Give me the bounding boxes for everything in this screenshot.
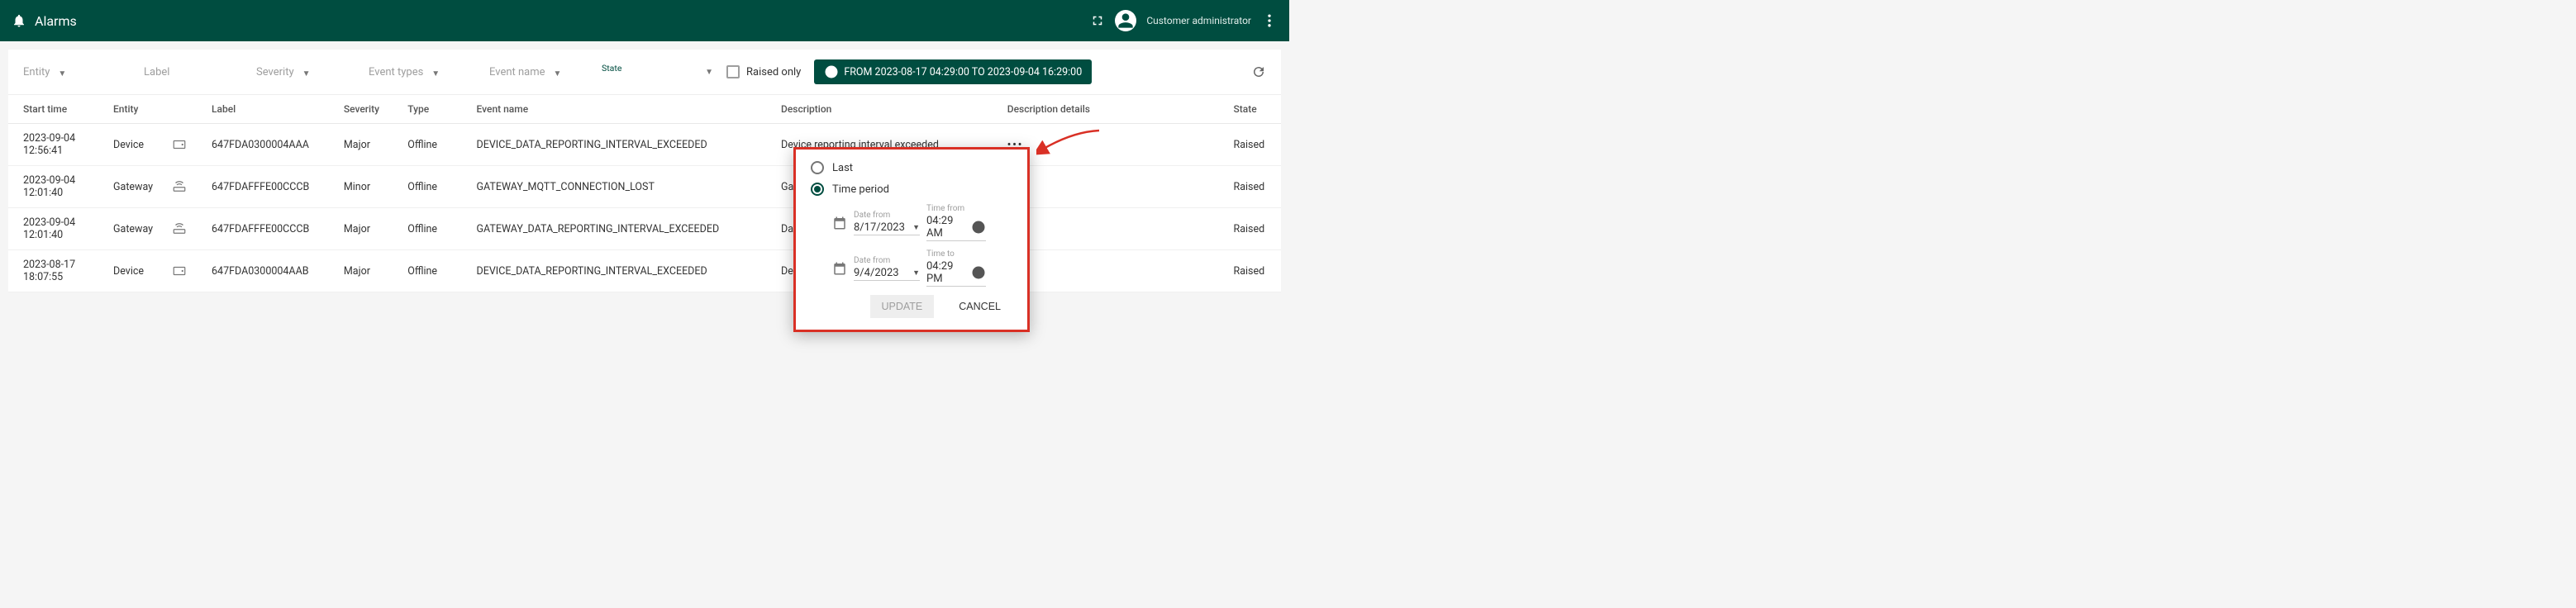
avatar-icon[interactable] [1115, 10, 1136, 31]
clock-icon [971, 220, 986, 235]
time-range-chip[interactable]: FROM 2023-08-17 04:29:00 TO 2023-09-04 1… [814, 59, 1092, 84]
cell-state: Raised [1227, 208, 1282, 250]
cell-label: 647FDA0300004AAA [205, 124, 337, 166]
time-from-field[interactable]: Time from 04:29 AM [926, 204, 986, 241]
page-title: Alarms [35, 13, 77, 29]
user-role-label: Customer administrator [1146, 15, 1251, 26]
col-description: Description [774, 95, 1001, 124]
cell-severity: Major [337, 208, 401, 250]
gateway-icon [172, 179, 187, 194]
cell-severity: Minor [337, 166, 401, 208]
cell-description-details: ••• [1001, 124, 1227, 166]
alarms-table: Start time Entity Label Severity Type Ev… [8, 95, 1281, 292]
chevron-down-icon: ▼ [912, 223, 920, 232]
cell-type: Offline [401, 250, 469, 292]
device-icon [172, 137, 187, 152]
filter-label[interactable]: Label [144, 66, 243, 78]
update-button[interactable]: UPDATE [870, 295, 935, 318]
cell-entity: Device [107, 124, 205, 166]
calendar-icon[interactable] [832, 216, 847, 230]
filter-state[interactable]: State ▼ [602, 68, 713, 77]
filter-event-types[interactable]: Event types▼ [369, 66, 476, 78]
cell-state: Raised [1227, 166, 1282, 208]
table-header-row: Start time Entity Label Severity Type Ev… [8, 95, 1281, 124]
chevron-down-icon: ▼ [912, 268, 920, 278]
cell-label: 647FDAFFFE00CCCB [205, 166, 337, 208]
chevron-down-icon: ▼ [431, 69, 440, 78]
fullscreen-icon[interactable] [1090, 13, 1105, 28]
cell-start-time: 2023-09-04 12:56:41 [8, 124, 107, 166]
cell-event-name: GATEWAY_MQTT_CONNECTION_LOST [470, 166, 775, 208]
cell-label: 647FDA0300004AAB [205, 250, 337, 292]
device-icon [172, 264, 187, 278]
filters-bar: Entity▼ Label Severity▼ Event types▼ Eve… [8, 50, 1281, 95]
filter-event-name[interactable]: Event name▼ [489, 66, 588, 78]
clock-icon [824, 64, 839, 79]
cell-type: Offline [401, 124, 469, 166]
cell-state: Raised [1227, 250, 1282, 292]
table-row[interactable]: 2023-08-17 18:07:55Device647FDA0300004AA… [8, 250, 1281, 292]
chevron-down-icon: ▼ [705, 68, 713, 77]
date-from-field[interactable]: Date from 8/17/2023▼ [854, 211, 920, 235]
col-event-name: Event name [470, 95, 775, 124]
time-to-field[interactable]: Time to 04:29 PM [926, 249, 986, 287]
table-row[interactable]: 2023-09-04 12:01:40Gateway647FDAFFFE00CC… [8, 208, 1281, 250]
radio-selected-icon [811, 183, 824, 196]
bell-icon [12, 13, 26, 28]
app-header: Alarms Customer administrator [0, 0, 1289, 41]
clock-icon [971, 265, 986, 280]
col-type: Type [401, 95, 469, 124]
refresh-icon[interactable] [1251, 64, 1266, 79]
col-description-details: Description details [1001, 95, 1227, 124]
col-start-time: Start time [8, 95, 107, 124]
cell-severity: Major [337, 124, 401, 166]
alarms-panel: Entity▼ Label Severity▼ Event types▼ Eve… [8, 50, 1281, 292]
filter-entity[interactable]: Entity▼ [23, 66, 131, 78]
cell-severity: Major [337, 250, 401, 292]
cell-description-details: ••• [1001, 250, 1227, 292]
cell-state: Raised [1227, 124, 1282, 166]
cell-description-details: ••• [1001, 208, 1227, 250]
gateway-icon [172, 221, 187, 236]
cell-start-time: 2023-09-04 12:01:40 [8, 166, 107, 208]
col-severity: Severity [337, 95, 401, 124]
col-entity: Entity [107, 95, 205, 124]
cell-event-name: DEVICE_DATA_REPORTING_INTERVAL_EXCEEDED [470, 250, 775, 292]
cancel-button[interactable]: CANCEL [947, 295, 1012, 318]
cell-entity: Gateway [107, 166, 205, 208]
radio-last[interactable]: Last [811, 161, 1012, 174]
chevron-down-icon: ▼ [58, 69, 66, 78]
cell-entity: Gateway [107, 208, 205, 250]
more-vert-icon[interactable] [1261, 12, 1278, 29]
table-row[interactable]: 2023-09-04 12:56:41Device647FDA0300004AA… [8, 124, 1281, 166]
cell-type: Offline [401, 166, 469, 208]
calendar-icon[interactable] [832, 261, 847, 276]
cell-type: Offline [401, 208, 469, 250]
col-state: State [1227, 95, 1282, 124]
cell-event-name: GATEWAY_DATA_REPORTING_INTERVAL_EXCEEDED [470, 208, 775, 250]
raised-only-checkbox[interactable]: Raised only [726, 65, 801, 78]
checkbox-icon [726, 65, 740, 78]
cell-entity: Device [107, 250, 205, 292]
time-range-popup: Last Time period Date from 8/17/2023▼ Ti… [793, 147, 1030, 332]
col-label: Label [205, 95, 337, 124]
chevron-down-icon: ▼ [554, 69, 562, 78]
radio-icon [811, 161, 824, 174]
table-row[interactable]: 2023-09-04 12:01:40Gateway647FDAFFFE00CC… [8, 166, 1281, 208]
filter-severity[interactable]: Severity▼ [256, 66, 355, 78]
date-to-field[interactable]: Date from 9/4/2023▼ [854, 256, 920, 281]
cell-start-time: 2023-09-04 12:01:40 [8, 208, 107, 250]
chevron-down-icon: ▼ [302, 69, 311, 78]
cell-start-time: 2023-08-17 18:07:55 [8, 250, 107, 292]
cell-description-details: ••• [1001, 166, 1227, 208]
cell-label: 647FDAFFFE00CCCB [205, 208, 337, 250]
radio-time-period[interactable]: Time period [811, 183, 1012, 196]
cell-event-name: DEVICE_DATA_REPORTING_INTERVAL_EXCEEDED [470, 124, 775, 166]
